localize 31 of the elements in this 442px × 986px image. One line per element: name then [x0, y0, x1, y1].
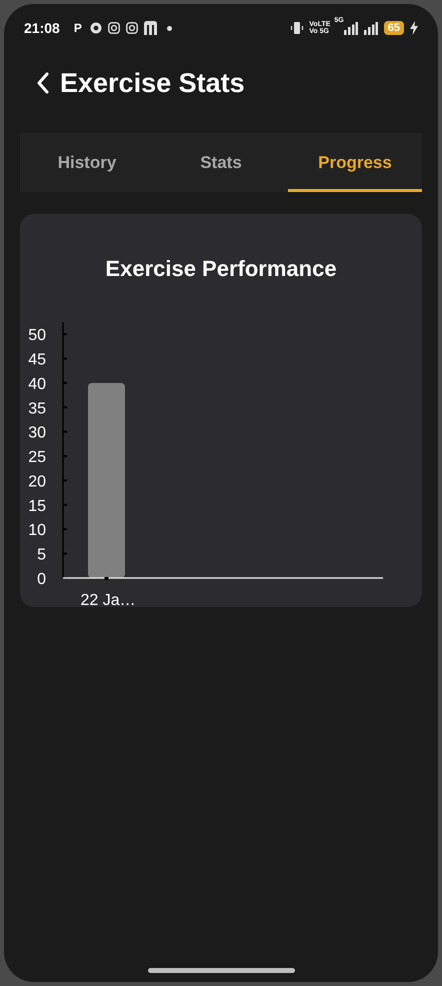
y-tick-label: 35: [28, 400, 46, 418]
y-tick-label: 50: [28, 327, 46, 344]
y-tick-label: 0: [37, 571, 46, 588]
notification-letter: P: [74, 20, 82, 37]
chart-title: Exercise Performance: [104, 255, 338, 283]
x-tick-label: 22 Ja…: [80, 592, 136, 607]
back-icon[interactable]: [36, 72, 50, 94]
camera-icon: [126, 22, 138, 34]
dot-icon: [166, 26, 172, 30]
tab[interactable]: Progress: [288, 133, 422, 192]
x-tick: [104, 577, 108, 580]
tab[interactable]: Stats: [154, 133, 288, 192]
y-tick-label: 40: [28, 376, 46, 393]
y-tick-label: 10: [28, 522, 46, 540]
battery-level: 65: [384, 21, 404, 35]
signal-icon: [364, 22, 378, 34]
charging-icon: [410, 21, 418, 35]
y-tick-label: 25: [28, 449, 46, 466]
vibrate-icon: [290, 21, 304, 35]
signal-icon: [344, 22, 358, 34]
circle-logo-icon: [90, 22, 102, 34]
y-tick-label: 45: [28, 352, 46, 369]
y-tick-label: 20: [28, 473, 46, 490]
y-tick-label: 30: [28, 424, 46, 442]
page-title: Exercise Stats: [60, 66, 245, 100]
tab[interactable]: History: [20, 133, 154, 192]
y-tick-label: 5: [37, 546, 46, 564]
y-tick-label: 15: [28, 498, 46, 515]
arch-logo-icon: [144, 21, 157, 35]
clock: 21:08: [24, 18, 60, 38]
camera-icon: [108, 22, 120, 34]
